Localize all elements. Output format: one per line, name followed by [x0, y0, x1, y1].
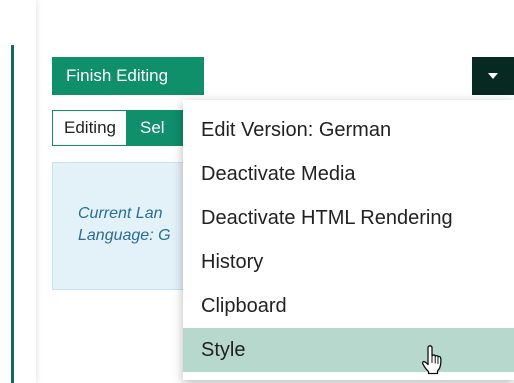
- menu-item-history[interactable]: History: [183, 240, 514, 284]
- mode-toggle: Editing Sel: [52, 110, 195, 146]
- menu-item-edit-version[interactable]: Edit Version: German: [183, 108, 514, 152]
- options-dropdown-button[interactable]: [472, 57, 514, 95]
- menu-item-deactivate-media[interactable]: Deactivate Media: [183, 152, 514, 196]
- editing-mode-tab[interactable]: Editing: [53, 111, 126, 145]
- caret-down-icon: [488, 73, 498, 79]
- editor-view: Finish Editing Editing Sel Current Lan L…: [0, 0, 514, 383]
- left-panel-shadow: [0, 0, 36, 383]
- finish-editing-button[interactable]: Finish Editing: [52, 57, 204, 95]
- left-panel: [0, 0, 36, 383]
- info-line-2: Language: G: [78, 227, 171, 244]
- language-info-text: Current Lan Language: G: [78, 203, 171, 247]
- options-dropdown-menu: Edit Version: German Deactivate Media De…: [183, 100, 514, 380]
- menu-item-style[interactable]: Style: [183, 328, 514, 372]
- hand-pointer-icon: [421, 345, 442, 375]
- info-line-1: Current Lan: [78, 205, 163, 222]
- menu-item-clipboard[interactable]: Clipboard: [183, 284, 514, 328]
- menu-item-deactivate-html-rendering[interactable]: Deactivate HTML Rendering: [183, 196, 514, 240]
